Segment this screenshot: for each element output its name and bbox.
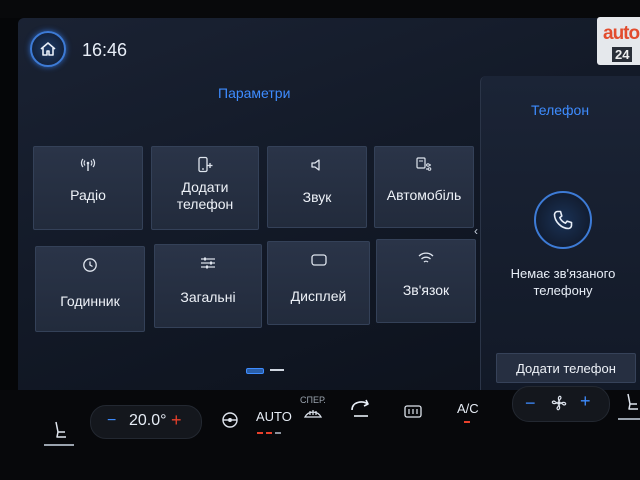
wifi-icon: [418, 252, 434, 263]
steering-wheel-heat-icon[interactable]: [220, 410, 240, 430]
tile-connectivity[interactable]: Зв'язок: [376, 239, 476, 323]
tile-clock[interactable]: Годинник: [35, 246, 145, 332]
tile-connectivity-label: Зв'язок: [402, 282, 450, 298]
clock-time: 16:46: [82, 40, 128, 60]
panel-collapse-chevron-icon[interactable]: ‹: [474, 224, 478, 238]
tile-vehicle[interactable]: Автомобіль: [374, 146, 474, 228]
auto-indicator: [266, 432, 272, 434]
watermark-logo: auto 24: [597, 17, 640, 65]
tile-radio-label: Радіо: [70, 187, 106, 203]
add-phone-button[interactable]: Додати телефон: [496, 353, 636, 383]
front-defrost-icon[interactable]: [302, 405, 324, 423]
infotainment-screen: 16:46 Параметри Радіо Додати телефон Зву…: [18, 18, 640, 390]
phone-call-button[interactable]: [534, 191, 592, 249]
add-phone-icon: [198, 156, 213, 173]
tile-display[interactable]: Дисплей: [267, 241, 370, 325]
speaker-icon: [311, 159, 320, 171]
tile-add-phone-label: Додати телефон: [176, 179, 234, 212]
temp-decrease-button[interactable]: −: [107, 412, 116, 430]
page-dot[interactable]: [270, 369, 284, 371]
fan-decrease-button[interactable]: −: [525, 393, 536, 414]
home-button[interactable]: [30, 31, 66, 67]
auto-climate-button[interactable]: AUTO: [256, 409, 292, 424]
phone-handset-icon: [553, 210, 573, 230]
temperature-value: 20.0°: [129, 412, 167, 429]
front-defrost-label: СПЕР.: [300, 395, 326, 405]
sliders-icon: [201, 257, 215, 269]
tile-vehicle-label: Автомобіль: [386, 187, 462, 203]
auto-indicator: [257, 432, 263, 434]
ac-button[interactable]: A/C: [457, 401, 479, 416]
home-icon: [40, 42, 56, 56]
seat-heat-left-icon[interactable]: [50, 420, 70, 440]
recirculation-icon[interactable]: [348, 396, 374, 420]
radio-antenna-icon: [80, 158, 96, 171]
page-dot-active[interactable]: [246, 368, 264, 374]
watermark-sub: 24: [612, 47, 633, 62]
watermark-brand: auto: [603, 23, 640, 44]
rear-defrost-icon[interactable]: [403, 404, 423, 420]
top-bezel: [0, 0, 640, 18]
car-settings-icon: [416, 157, 432, 171]
tile-display-label: Дисплей: [290, 288, 347, 304]
tile-sound-label: Звук: [302, 189, 332, 205]
settings-title: Параметри: [218, 85, 291, 101]
clock-icon: [83, 258, 97, 272]
tile-clock-label: Годинник: [60, 293, 120, 309]
fan-icon: [551, 395, 567, 411]
temp-increase-button[interactable]: +: [171, 410, 182, 431]
phone-panel: Телефон Немає зв'язаного телефону Додати…: [480, 76, 640, 390]
auto-indicator: [275, 432, 281, 434]
tile-general-label: Загальні: [180, 289, 236, 305]
no-phone-message: Немає зв'язаного телефону: [510, 266, 616, 298]
phone-panel-title: Телефон: [531, 102, 590, 118]
seat-heat-right-level: [618, 418, 640, 420]
fan-increase-button[interactable]: +: [580, 391, 591, 412]
tile-sound[interactable]: Звук: [267, 146, 367, 228]
seat-heat-right-icon[interactable]: [622, 392, 640, 412]
tile-general[interactable]: Загальні: [154, 244, 262, 328]
display-icon: [310, 254, 327, 266]
tile-add-phone[interactable]: Додати телефон: [151, 146, 259, 230]
seat-heat-left-level: [44, 444, 74, 446]
ac-indicator: [464, 421, 470, 423]
tile-radio[interactable]: Радіо: [33, 146, 143, 230]
